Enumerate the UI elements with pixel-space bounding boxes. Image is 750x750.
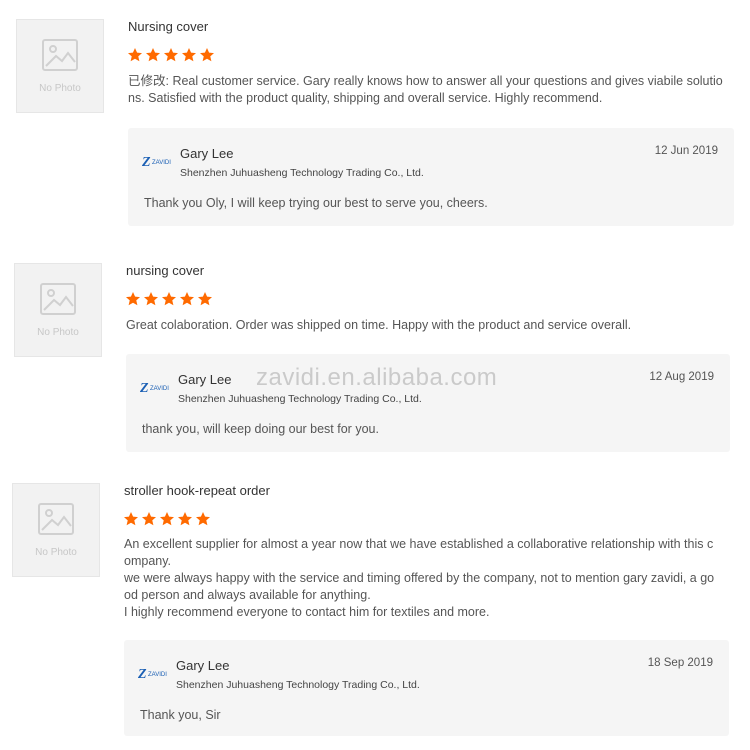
star-icon — [162, 292, 176, 306]
reply-date: 12 Jun 2019 — [654, 145, 718, 157]
star-icon — [128, 48, 142, 62]
rating-stars — [125, 291, 213, 307]
star-icon — [142, 512, 156, 526]
product-thumbnail[interactable]: No Photo — [16, 19, 104, 113]
review-text-line: 已修改: Real customer service. Gary really … — [128, 74, 723, 88]
reply-company-name[interactable]: Shenzhen Juhuasheng Technology Trading C… — [176, 679, 420, 691]
review-text-line: I highly recommend everyone to contact h… — [124, 605, 490, 619]
review-text-line: ompany. — [124, 554, 172, 568]
review-text-line: we were always happy with the service an… — [124, 571, 715, 585]
star-icon — [126, 292, 140, 306]
logo-text: ZAVIDI — [150, 386, 169, 392]
reply-message: Thank you, Sir — [140, 708, 221, 722]
star-icon — [182, 48, 196, 62]
star-icon — [160, 512, 174, 526]
no-photo-label: No Photo — [37, 326, 79, 338]
star-icon — [124, 512, 138, 526]
image-placeholder-icon — [38, 502, 74, 535]
star-icon — [164, 48, 178, 62]
review-text-line: ns. Satisfied with the product quality, … — [128, 91, 603, 105]
image-placeholder-icon — [42, 38, 78, 71]
star-icon — [200, 48, 214, 62]
company-logo-icon: Z ZAVIDI — [138, 667, 167, 680]
review-text: An excellent supplier for almost a year … — [124, 536, 714, 621]
supplier-reply: Z ZAVIDI Gary Lee Shenzhen Juhuasheng Te… — [124, 640, 729, 736]
svg-text:Z: Z — [142, 155, 151, 168]
supplier-reply: Z ZAVIDI Gary Lee Shenzhen Juhuasheng Te… — [128, 128, 734, 226]
review-text: 已修改: Real customer service. Gary really … — [128, 73, 723, 107]
reply-date: 18 Sep 2019 — [647, 657, 713, 669]
reply-date: 12 Aug 2019 — [649, 371, 714, 383]
review-title: Nursing cover — [128, 19, 209, 34]
review-text: Great colaboration. Order was shipped on… — [126, 317, 631, 334]
star-icon — [196, 512, 210, 526]
reply-author-name: Gary Lee — [178, 372, 232, 387]
company-logo-icon: Z ZAVIDI — [140, 381, 169, 394]
reply-message: Thank you Oly, I will keep trying our be… — [144, 196, 488, 210]
no-photo-label: No Photo — [39, 82, 81, 94]
company-logo-icon: Z ZAVIDI — [142, 155, 171, 168]
svg-text:Z: Z — [138, 667, 147, 680]
svg-text:Z: Z — [140, 381, 149, 394]
review-text-line: Great colaboration. Order was shipped on… — [126, 318, 632, 332]
watermark: zavidi.en.alibaba.com — [256, 364, 498, 391]
review-text-line: An excellent supplier for almost a year … — [124, 537, 714, 551]
star-icon — [144, 292, 158, 306]
reply-company-name[interactable]: Shenzhen Juhuasheng Technology Trading C… — [178, 393, 422, 405]
product-thumbnail[interactable]: No Photo — [12, 483, 100, 577]
reply-message: thank you, will keep doing our best for … — [142, 422, 379, 436]
review-text-line: od person and always available for anyth… — [124, 588, 371, 602]
star-icon — [198, 292, 212, 306]
reply-company-name[interactable]: Shenzhen Juhuasheng Technology Trading C… — [180, 167, 424, 179]
no-photo-label: No Photo — [35, 546, 77, 558]
product-thumbnail[interactable]: No Photo — [14, 263, 102, 357]
star-icon — [178, 512, 192, 526]
star-icon — [180, 292, 194, 306]
logo-text: ZAVIDI — [152, 160, 171, 166]
reply-author-name: Gary Lee — [180, 146, 234, 161]
review-title: nursing cover — [126, 263, 205, 278]
reply-author-name: Gary Lee — [176, 658, 230, 673]
star-icon — [146, 48, 160, 62]
logo-text: ZAVIDI — [148, 672, 167, 678]
rating-stars — [123, 511, 211, 527]
image-placeholder-icon — [40, 282, 76, 315]
rating-stars — [127, 47, 215, 63]
review-title: stroller hook-repeat order — [124, 483, 270, 498]
